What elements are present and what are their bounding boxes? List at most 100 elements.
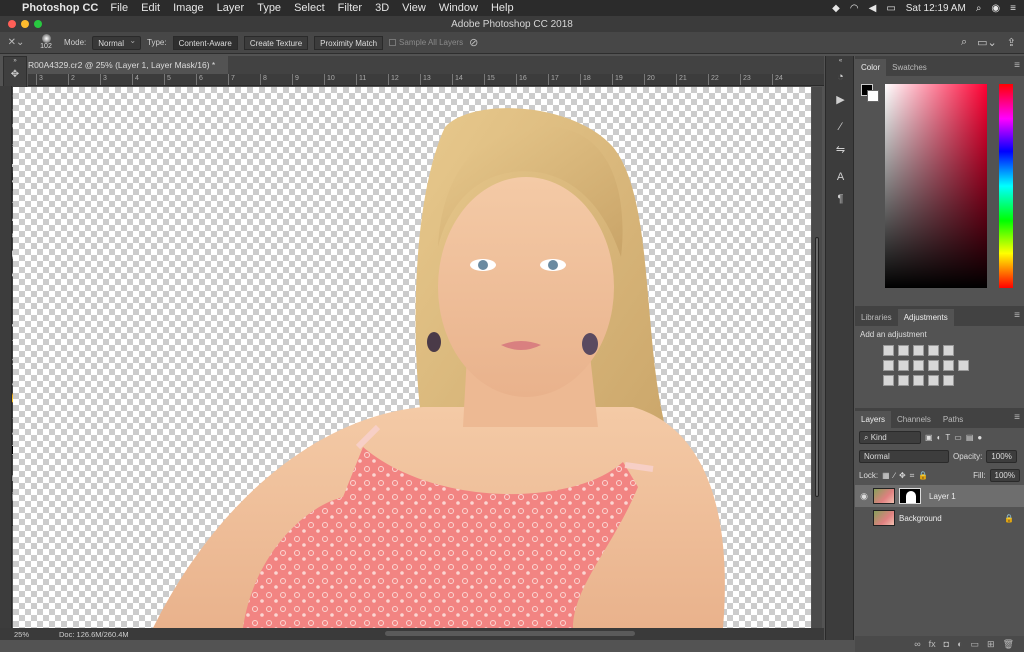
filter-type-icon[interactable]: T [945, 433, 950, 442]
sample-all-layers-checkbox[interactable]: Sample All Layers [389, 38, 463, 47]
ruler-vertical[interactable] [0, 86, 12, 628]
layer-mask-thumbnail[interactable] [899, 488, 921, 504]
scroll-thumb[interactable] [815, 237, 819, 497]
brushes-panel-icon[interactable]: ∕ [826, 116, 855, 138]
color-balance-icon[interactable] [898, 360, 909, 371]
menu-file[interactable]: File [110, 2, 128, 14]
blend-mode-select[interactable]: Normal [859, 450, 949, 463]
posterize-icon[interactable] [898, 375, 909, 386]
layer-name[interactable]: Layer 1 [929, 492, 956, 501]
share-icon[interactable]: ⇪ [1007, 36, 1016, 49]
layer-row[interactable]: Background 🔒 [855, 507, 1024, 529]
vibrance-icon[interactable] [943, 345, 954, 356]
tool-preset-picker[interactable]: ✕ ⌄ [4, 34, 28, 52]
new-group-icon[interactable]: ▭ [971, 639, 980, 650]
actions-panel-icon[interactable]: ▶ [826, 88, 855, 110]
paragraph-panel-icon[interactable]: ¶ [826, 188, 855, 210]
tab-paths[interactable]: Paths [937, 411, 969, 428]
menu-view[interactable]: View [402, 2, 426, 14]
filter-pixel-icon[interactable]: ▣ [925, 433, 933, 442]
invert-icon[interactable] [883, 375, 894, 386]
horizontal-scrollbar[interactable] [385, 631, 635, 636]
menu-help[interactable]: Help [491, 2, 514, 14]
menu-select[interactable]: Select [294, 2, 325, 14]
notification-center-icon[interactable]: ≡ [1010, 3, 1016, 14]
filter-adjustment-icon[interactable]: ◐ [937, 433, 942, 442]
menu-type[interactable]: Type [257, 2, 281, 14]
spotlight-icon[interactable]: ⌕ [976, 3, 982, 14]
tab-channels[interactable]: Channels [891, 411, 937, 428]
menu-filter[interactable]: Filter [338, 2, 362, 14]
layer-name[interactable]: Background [899, 514, 942, 523]
tab-libraries[interactable]: Libraries [855, 309, 898, 326]
visibility-eye-icon[interactable]: ◉ [855, 491, 873, 502]
dropbox-icon[interactable]: ◆ [832, 3, 840, 14]
color-lookup-icon[interactable] [958, 360, 969, 371]
document-canvas[interactable] [13, 87, 811, 628]
menu-layer[interactable]: Layer [217, 2, 245, 14]
filter-smart-icon[interactable]: ▤ [966, 433, 974, 442]
search-icon[interactable]: ⌕ [961, 36, 967, 49]
ruler-horizontal[interactable]: 3 2 3 4 5 6 7 8 9 10 11 12 13 14 15 16 17 18 19 20 21 22 23 24 [28, 74, 824, 86]
levels-icon[interactable] [898, 345, 909, 356]
curves-icon[interactable] [913, 345, 924, 356]
character-panel-icon[interactable]: A [826, 166, 855, 188]
close-window-button[interactable] [8, 20, 16, 28]
tab-layers[interactable]: Layers [855, 411, 892, 428]
properties-panel-icon[interactable]: ⇋ [826, 138, 855, 160]
black-white-icon[interactable] [913, 360, 924, 371]
brush-picker[interactable]: 102 [34, 33, 58, 53]
color-panel-swatch[interactable] [861, 84, 883, 106]
collapse-strip-icon[interactable]: « [826, 56, 855, 66]
tab-color[interactable]: Color [855, 59, 887, 76]
hue-saturation-icon[interactable] [883, 360, 894, 371]
tab-adjustments[interactable]: Adjustments [897, 309, 954, 326]
selective-color-icon[interactable] [928, 375, 939, 386]
add-mask-icon[interactable]: ◘ [944, 639, 949, 649]
panel-menu-icon[interactable]: ≡ [1014, 60, 1020, 71]
lock-transparent-icon[interactable]: ▦ [882, 471, 890, 480]
tab-swatches[interactable]: Swatches [886, 59, 933, 76]
app-menu[interactable]: Photoshop CC [22, 2, 98, 14]
filter-toggle-icon[interactable]: ● [977, 433, 982, 442]
content-aware-button[interactable]: Content-Aware [172, 35, 238, 50]
volume-icon[interactable]: ◀ [869, 3, 877, 14]
color-spectrum[interactable] [885, 84, 987, 288]
document-tab[interactable]: R00A4329.cr2 @ 25% (Layer 1, Layer Mask/… [28, 56, 228, 74]
opacity-field[interactable]: 100% [986, 450, 1017, 463]
new-adjustment-icon[interactable]: ◐ [957, 639, 962, 649]
minimize-window-button[interactable] [21, 20, 29, 28]
photo-filter-icon[interactable] [928, 360, 939, 371]
layer-filter-kind[interactable]: ⌕ Kind [859, 431, 921, 444]
zoom-level[interactable]: 25% [14, 630, 29, 639]
mode-select[interactable]: Normal [92, 35, 142, 50]
lock-position-icon[interactable]: ✥ [899, 471, 906, 480]
menu-edit[interactable]: Edit [141, 2, 160, 14]
menu-image[interactable]: Image [173, 2, 204, 14]
workspace-icon[interactable]: ▭⌄ [977, 36, 997, 49]
threshold-icon[interactable] [913, 375, 924, 386]
menu-window[interactable]: Window [439, 2, 478, 14]
filter-shape-icon[interactable]: ▭ [954, 433, 962, 442]
menu-3d[interactable]: 3D [375, 2, 389, 14]
delete-layer-icon[interactable]: 🗑 [1003, 639, 1014, 650]
exposure-icon[interactable] [928, 345, 939, 356]
move-tool-icon[interactable]: ✥ [4, 65, 26, 83]
new-layer-icon[interactable]: ⊞ [987, 639, 995, 650]
channel-mixer-icon[interactable] [943, 360, 954, 371]
doc-info[interactable]: Doc: 126.6M/260.4M [59, 630, 129, 639]
zoom-window-button[interactable] [34, 20, 42, 28]
layer-style-icon[interactable]: fx [929, 639, 936, 649]
proximity-match-button[interactable]: Proximity Match [314, 35, 384, 50]
layer-row[interactable]: ◉ Layer 1 [855, 485, 1024, 507]
pressure-size-icon[interactable]: ⊘ [469, 36, 478, 49]
vertical-scrollbar[interactable] [812, 87, 822, 628]
panel-menu-icon[interactable]: ≡ [1014, 412, 1020, 423]
gradient-map-icon[interactable] [943, 375, 954, 386]
lock-artboard-icon[interactable]: ⌗ [910, 471, 915, 481]
siri-icon[interactable]: ◉ [991, 3, 1000, 14]
collapse-toolbox-icon[interactable]: » [4, 57, 26, 65]
lock-image-icon[interactable]: ∕ [894, 471, 895, 480]
battery-icon[interactable]: ▭ [886, 3, 895, 14]
brightness-contrast-icon[interactable] [883, 345, 894, 356]
